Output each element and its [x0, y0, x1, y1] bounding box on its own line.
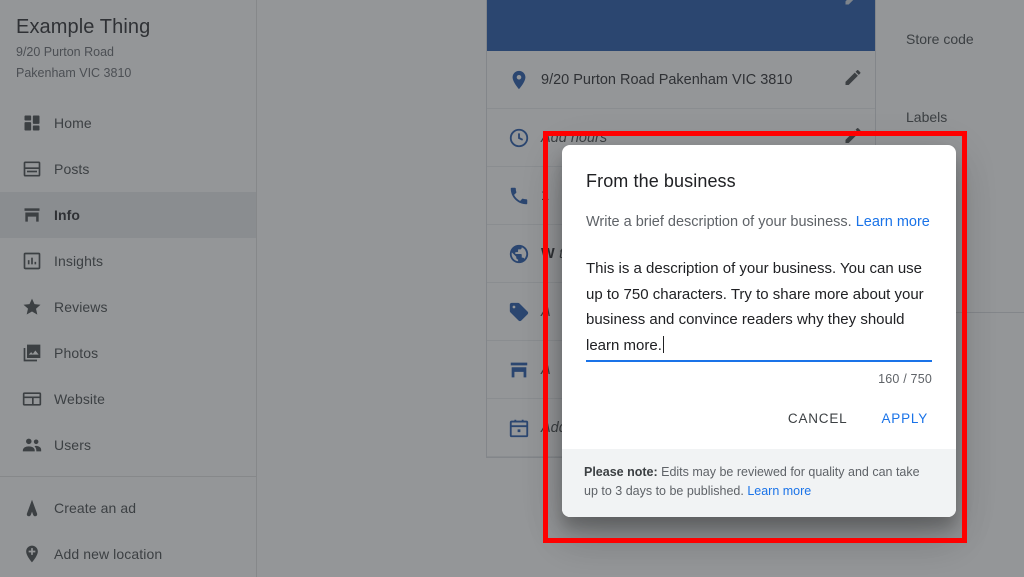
description-value: This is a description of your business. … [586, 260, 928, 354]
dialog-note: Please note: Edits may be reviewed for q… [562, 449, 956, 517]
dialog-note-label: Please note: [584, 465, 658, 479]
dialog-title: From the business [586, 171, 736, 191]
dialog-subtitle: Write a brief description of your busine… [586, 211, 932, 234]
description-field-wrapper[interactable]: This is a description of your business. … [586, 256, 932, 386]
dialog-body: From the business Write a brief descript… [562, 145, 956, 394]
screen: Example Thing 9/20 Purton Road Pakenham … [0, 0, 1024, 577]
dialog-actions: CANCEL APPLY [562, 394, 956, 449]
dialog-subtitle-text: Write a brief description of your busine… [586, 214, 852, 230]
text-caret [662, 335, 664, 353]
description-input[interactable]: This is a description of your business. … [586, 256, 932, 362]
cancel-button[interactable]: CANCEL [776, 402, 860, 435]
note-learn-more-link[interactable]: Learn more [747, 484, 811, 498]
learn-more-link[interactable]: Learn more [856, 214, 930, 230]
character-counter: 160 / 750 [878, 372, 932, 386]
apply-button[interactable]: APPLY [869, 402, 940, 435]
from-the-business-dialog: From the business Write a brief descript… [562, 145, 956, 517]
